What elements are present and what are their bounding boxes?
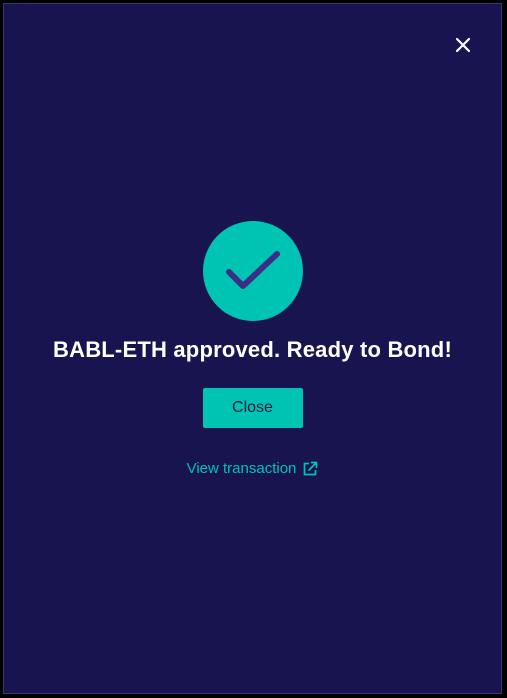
success-modal: BABL-ETH approved. Ready to Bond! Close … [3,3,502,694]
close-icon[interactable] [452,34,474,56]
modal-title: BABL-ETH approved. Ready to Bond! [53,337,452,362]
close-button[interactable]: Close [202,388,303,428]
modal-content: BABL-ETH approved. Ready to Bond! Close … [4,221,501,477]
view-transaction-link[interactable]: View transaction [187,460,319,477]
checkmark-icon [225,251,280,289]
view-transaction-label: View transaction [186,460,297,477]
external-link-icon [304,461,318,475]
success-badge [202,221,303,321]
